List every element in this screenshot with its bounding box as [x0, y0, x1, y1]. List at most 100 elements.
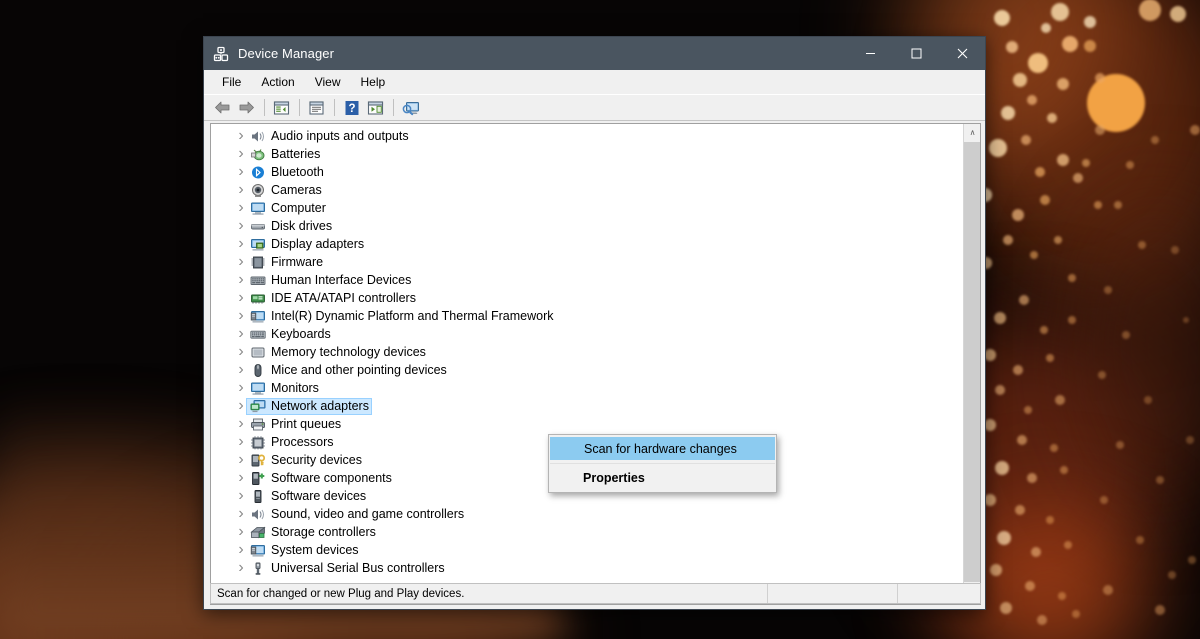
tree-item-label: Processors	[271, 434, 334, 450]
statusbar: Scan for changed or new Plug and Play de…	[210, 583, 981, 604]
chevron-right-icon[interactable]: ›	[233, 344, 249, 360]
help-icon[interactable]: ?	[340, 97, 363, 119]
tree-item-network-adapters[interactable]: ›Network adapters	[211, 397, 959, 415]
printer-icon	[249, 416, 267, 432]
processor-icon	[249, 434, 267, 450]
chevron-right-icon[interactable]: ›	[233, 560, 249, 576]
chevron-right-icon[interactable]: ›	[233, 128, 249, 144]
software-device-icon	[249, 488, 267, 504]
chevron-right-icon[interactable]: ›	[233, 218, 249, 234]
tree-item-label: Memory technology devices	[271, 344, 426, 360]
chevron-right-icon[interactable]: ›	[233, 290, 249, 306]
chevron-right-icon[interactable]: ›	[233, 488, 249, 504]
chevron-right-icon[interactable]: ›	[233, 452, 249, 468]
tree-item-storage-controllers[interactable]: › Storage controllers	[211, 523, 959, 541]
chevron-right-icon[interactable]: ›	[233, 524, 249, 540]
tree-item-label: Computer	[271, 200, 326, 216]
toolbar-separator	[334, 99, 335, 116]
tree-item-keyboards[interactable]: ›Keyboards	[211, 325, 959, 343]
monitor-icon	[249, 380, 267, 396]
tree-item-batteries[interactable]: › Batteries	[211, 145, 959, 163]
tree-item-ide-ata-atapi-controllers[interactable]: › IDE ATA/ATAPI controllers	[211, 289, 959, 307]
tree-item-monitors[interactable]: › Monitors	[211, 379, 959, 397]
desktop: Device Manager File Action View Help	[0, 0, 1200, 639]
properties-icon[interactable]	[305, 97, 328, 119]
vertical-scrollbar[interactable]: ∧ ∨	[963, 124, 980, 604]
display-adapter-icon	[249, 236, 267, 252]
tree-item-label: Bluetooth	[271, 164, 324, 180]
tree-item-computer[interactable]: › Computer	[211, 199, 959, 217]
tree-item-label: Cameras	[271, 182, 322, 198]
firmware-chip-icon	[249, 254, 267, 270]
forward-arrow-icon[interactable]	[235, 97, 258, 119]
tree-item-label: System devices	[271, 542, 359, 558]
ide-controller-icon	[249, 290, 267, 306]
scroll-up-button[interactable]: ∧	[964, 124, 981, 141]
tree-item-label: IDE ATA/ATAPI controllers	[271, 290, 416, 306]
tree-item-label: Software devices	[271, 488, 366, 504]
minimize-button[interactable]	[847, 37, 893, 70]
chevron-right-icon[interactable]: ›	[233, 506, 249, 522]
tree-item-audio-inputs-and-outputs[interactable]: ›Audio inputs and outputs	[211, 127, 959, 145]
device-tree-pane[interactable]: ›Audio inputs and outputs›Batteries›Blue…	[210, 123, 981, 605]
tree-item-bluetooth[interactable]: › Bluetooth	[211, 163, 959, 181]
update-driver-icon[interactable]	[364, 97, 387, 119]
back-arrow-icon[interactable]	[211, 97, 234, 119]
tree-item-label: Storage controllers	[271, 524, 376, 540]
context-menu-item-scan-for-hardware-changes[interactable]: Scan for hardware changes	[550, 437, 775, 460]
tree-item-human-interface-devices[interactable]: ›Human Interface Devices	[211, 271, 959, 289]
system-device-icon	[249, 308, 267, 324]
toolbar-separator	[264, 99, 265, 116]
scan-hardware-changes-icon[interactable]	[399, 97, 422, 119]
device-tree: ›Audio inputs and outputs›Batteries›Blue…	[211, 127, 959, 577]
chevron-right-icon[interactable]: ›	[233, 146, 249, 162]
tree-item-label: Monitors	[271, 380, 319, 396]
scrollbar-thumb[interactable]	[964, 142, 981, 582]
mouse-icon	[249, 362, 267, 378]
window-title: Device Manager	[238, 46, 334, 61]
menu-file[interactable]: File	[213, 72, 250, 92]
maximize-button[interactable]	[893, 37, 939, 70]
tree-item-intel-r-dynamic-platform-and-thermal-framework[interactable]: ›Intel(R) Dynamic Platform and Thermal F…	[211, 307, 959, 325]
tree-item-sound-video-and-game-controllers[interactable]: ›Sound, video and game controllers	[211, 505, 959, 523]
tree-item-display-adapters[interactable]: ›Display adapters	[211, 235, 959, 253]
menu-help[interactable]: Help	[352, 72, 395, 92]
tree-item-print-queues[interactable]: ›Print queues	[211, 415, 959, 433]
menu-view[interactable]: View	[306, 72, 350, 92]
chevron-right-icon[interactable]: ›	[233, 416, 249, 432]
chevron-right-icon[interactable]: ›	[233, 272, 249, 288]
tree-item-system-devices[interactable]: › System devices	[211, 541, 959, 559]
chevron-right-icon[interactable]: ›	[233, 326, 249, 342]
chevron-right-icon[interactable]: ›	[233, 164, 249, 180]
tree-item-universal-serial-bus-controllers[interactable]: › Universal Serial Bus controllers	[211, 559, 959, 577]
device-manager-icon	[213, 46, 229, 62]
tree-item-mice-and-other-pointing-devices[interactable]: › Mice and other pointing devices	[211, 361, 959, 379]
chevron-right-icon[interactable]: ›	[233, 236, 249, 252]
tree-item-firmware[interactable]: ›Firmware	[211, 253, 959, 271]
tree-item-disk-drives[interactable]: ›Disk drives	[211, 217, 959, 235]
chevron-right-icon[interactable]: ›	[233, 362, 249, 378]
tree-item-label: Batteries	[271, 146, 320, 162]
context-menu: Scan for hardware changes Properties	[548, 434, 777, 493]
chevron-right-icon[interactable]: ›	[233, 182, 249, 198]
toolbar-separator	[393, 99, 394, 116]
tree-item-memory-technology-devices[interactable]: › Memory technology devices	[211, 343, 959, 361]
tree-item-label: Universal Serial Bus controllers	[271, 560, 445, 576]
device-manager-window: Device Manager File Action View Help	[203, 36, 986, 610]
tree-item-cameras[interactable]: › Cameras	[211, 181, 959, 199]
chevron-right-icon[interactable]: ›	[233, 254, 249, 270]
chevron-right-icon[interactable]: ›	[233, 380, 249, 396]
chevron-right-icon[interactable]: ›	[233, 470, 249, 486]
hid-keyboard-icon	[249, 272, 267, 288]
show-hide-console-tree-icon[interactable]	[270, 97, 293, 119]
close-button[interactable]	[939, 37, 985, 70]
menu-action[interactable]: Action	[252, 72, 303, 92]
window-controls	[847, 37, 985, 70]
context-menu-item-properties[interactable]: Properties	[549, 466, 776, 490]
chevron-right-icon[interactable]: ›	[233, 200, 249, 216]
window-titlebar[interactable]: Device Manager	[204, 37, 985, 70]
chevron-right-icon[interactable]: ›	[233, 542, 249, 558]
chevron-right-icon[interactable]: ›	[233, 308, 249, 324]
chevron-right-icon[interactable]: ›	[233, 434, 249, 450]
tree-item-label: Mice and other pointing devices	[271, 362, 447, 378]
